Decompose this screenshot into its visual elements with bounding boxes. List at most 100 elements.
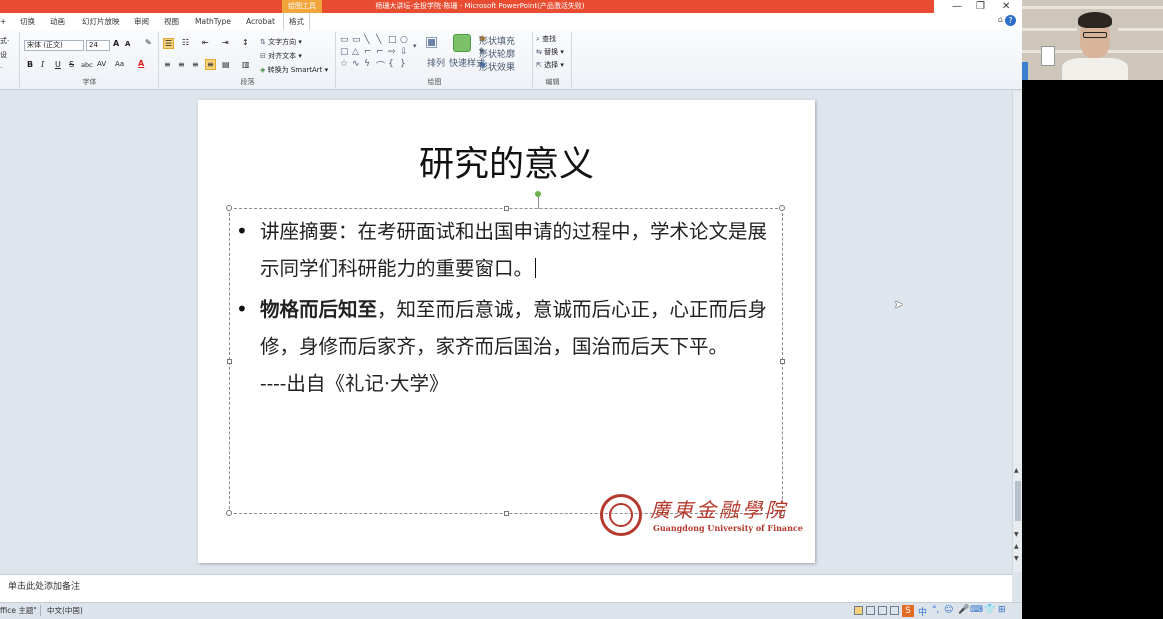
resize-handle-bottom[interactable] [504,511,509,516]
tab-transitions[interactable]: 切换 [20,13,35,30]
notes-pane[interactable]: 单击此处添加备注 [0,574,1012,602]
resize-handle-bl[interactable] [226,510,232,516]
shape-arrow-icon[interactable]: ╲ [376,35,381,45]
shape-brace2-icon[interactable]: } [400,59,406,69]
emoji-icon[interactable]: ☺ [944,605,953,615]
text-direction-button[interactable]: ⇅ 文字方向 ▾ [260,37,302,47]
shape-down-arrow-icon[interactable]: ⇩ [400,47,408,57]
prev-slide-icon[interactable]: ▲ [1014,543,1019,550]
resize-handle-top[interactable] [504,206,509,211]
shrink-font-button[interactable]: A [125,40,130,48]
shape-star-icon[interactable]: ☆ [340,59,348,69]
drawing-tools-context-tab[interactable]: 绘图工具 [282,0,322,13]
help-icon[interactable]: ? [1005,15,1016,26]
shapes-more-icon[interactable]: ▾ [413,42,417,50]
shape-arc-icon[interactable]: ⌒ [376,59,385,72]
ime-chinese-icon[interactable]: 中 [918,605,927,618]
vertical-scrollbar[interactable]: ▲ ▼ ▲ ▼ [1012,91,1022,572]
find-button[interactable]: ⌕ 查找 [536,34,556,44]
shape-elbow2-icon[interactable]: ⌐ [376,47,384,57]
tab-mathtype[interactable]: MathType [195,13,231,30]
tab-format[interactable]: 格式 [283,13,310,30]
language-indicator[interactable]: 中文(中国) [40,605,83,616]
paragraph-quote[interactable]: 物格而后知至，知至而后意诚，意诚而后心正，心正而后身修，身修而后家齐，家齐而后国… [260,291,780,402]
align-text-button[interactable]: ⊟ 对齐文本 ▾ [260,51,302,61]
increase-indent-icon[interactable]: ⇥ [222,38,229,47]
resize-handle-left[interactable] [227,359,232,364]
resize-handle-tr[interactable] [779,205,785,211]
underline-button[interactable]: U [55,60,61,69]
restore-button[interactable]: ❐ [976,0,985,14]
close-button[interactable]: ✕ [1002,0,1010,14]
keyboard-icon[interactable]: ⌨ [970,605,983,615]
shape-roundrect-icon[interactable]: ▢ [340,47,349,57]
next-slide-icon[interactable]: ▼ [1014,555,1019,562]
shape-textbox-icon[interactable]: ▭ [340,35,349,45]
align-right-icon[interactable]: ≡ [192,60,199,69]
slide-title[interactable]: 研究的意义 [198,136,815,187]
shape-elbow-icon[interactable]: ⌐ [364,47,372,57]
ime-punct-icon[interactable]: °, [932,605,939,615]
grow-font-button[interactable]: A [113,39,119,48]
normal-view-icon[interactable] [854,606,863,615]
shape-line-icon[interactable]: ╲ [364,35,369,45]
align-center-icon[interactable]: ≡ [178,60,185,69]
rotation-handle[interactable] [535,191,541,197]
microphone-icon[interactable]: 🎤 [958,605,969,615]
shape-rect-icon[interactable]: □ [388,35,397,45]
shape-brace-icon[interactable]: { [388,59,394,69]
slide[interactable]: 研究的意义 • 讲座摘要：在考研面试和出国申请的过程中，学术论文是展示同学们科研… [198,100,815,563]
scrollbar-thumb[interactable] [1015,481,1021,521]
partial-label-1[interactable]: 式· [0,36,9,46]
reading-view-icon[interactable] [878,606,887,615]
scroll-up-icon[interactable]: ▲ [1014,467,1019,474]
replace-button[interactable]: ⇆ 替换 ▾ [536,47,564,57]
char-spacing-button[interactable]: AV [97,60,106,68]
skin-icon[interactable]: 👕 [984,605,995,615]
tab-view[interactable]: 视图 [164,13,179,30]
font-size-combo[interactable]: 24 [86,40,110,51]
toolbox-icon[interactable]: ⊞ [998,605,1006,615]
smartart-button[interactable]: ◈ 转换为 SmartArt ▾ [260,65,328,75]
bullets-icon[interactable]: ☰ [163,38,175,49]
tab-partial[interactable]: + [0,13,6,30]
columns-icon[interactable]: ▥ [242,60,250,69]
font-name-combo[interactable]: 宋体 (正文) [24,40,84,51]
italic-button[interactable]: I [41,60,44,69]
shape-right-arrow-icon[interactable]: ⇨ [388,47,396,57]
partial-label-2[interactable]: 设 [0,50,7,60]
tab-slideshow[interactable]: 幻灯片放映 [82,13,120,30]
shape-effects-button[interactable]: ◉ 形状效果 ▾ [479,60,515,73]
shape-vtextbox-icon[interactable]: ▭ [352,35,361,45]
quick-styles-icon[interactable] [453,34,471,52]
minimize-button[interactable]: — [952,0,962,14]
resize-handle-tl[interactable] [226,205,232,211]
select-button[interactable]: ⇱ 选择 ▾ [536,60,564,70]
resize-handle-right[interactable] [780,359,785,364]
shape-freeform-icon[interactable]: ϟ [364,59,370,69]
minimize-ribbon-icon[interactable]: ⌂ [998,15,1003,24]
slide-sorter-icon[interactable] [866,606,875,615]
shape-outline-button[interactable]: ✎ 形状轮廓 ▾ [479,47,515,60]
clear-format-icon[interactable]: ✎ [145,38,152,47]
font-color-button[interactable]: A [138,59,144,68]
shape-oval-icon[interactable]: ○ [400,35,408,45]
tab-acrobat[interactable]: Acrobat [246,13,275,30]
partial-label-3[interactable]: · [0,64,2,72]
justify-icon[interactable]: ≡ [205,59,216,70]
shadow-button[interactable]: abc [81,61,93,69]
scroll-down-icon[interactable]: ▼ [1014,531,1019,538]
sogou-ime-icon[interactable]: S [902,605,914,617]
numbering-icon[interactable]: ☷ [182,38,189,47]
shape-curve-icon[interactable]: ∿ [352,59,360,69]
distributed-icon[interactable]: ▤ [222,60,230,69]
strikethrough-button[interactable]: S [69,60,74,69]
notes-placeholder[interactable]: 单击此处添加备注 [8,579,80,592]
change-case-button[interactable]: Aa [115,60,124,68]
align-left-icon[interactable]: ≡ [164,60,171,69]
bold-button[interactable]: B [27,60,33,69]
shape-triangle-icon[interactable]: △ [352,47,359,57]
shape-fill-button[interactable]: ◆ 形状填充 ▾ [479,34,515,47]
arrange-button[interactable]: 排列 [427,56,445,69]
arrange-icon[interactable]: ▣ [425,34,438,50]
